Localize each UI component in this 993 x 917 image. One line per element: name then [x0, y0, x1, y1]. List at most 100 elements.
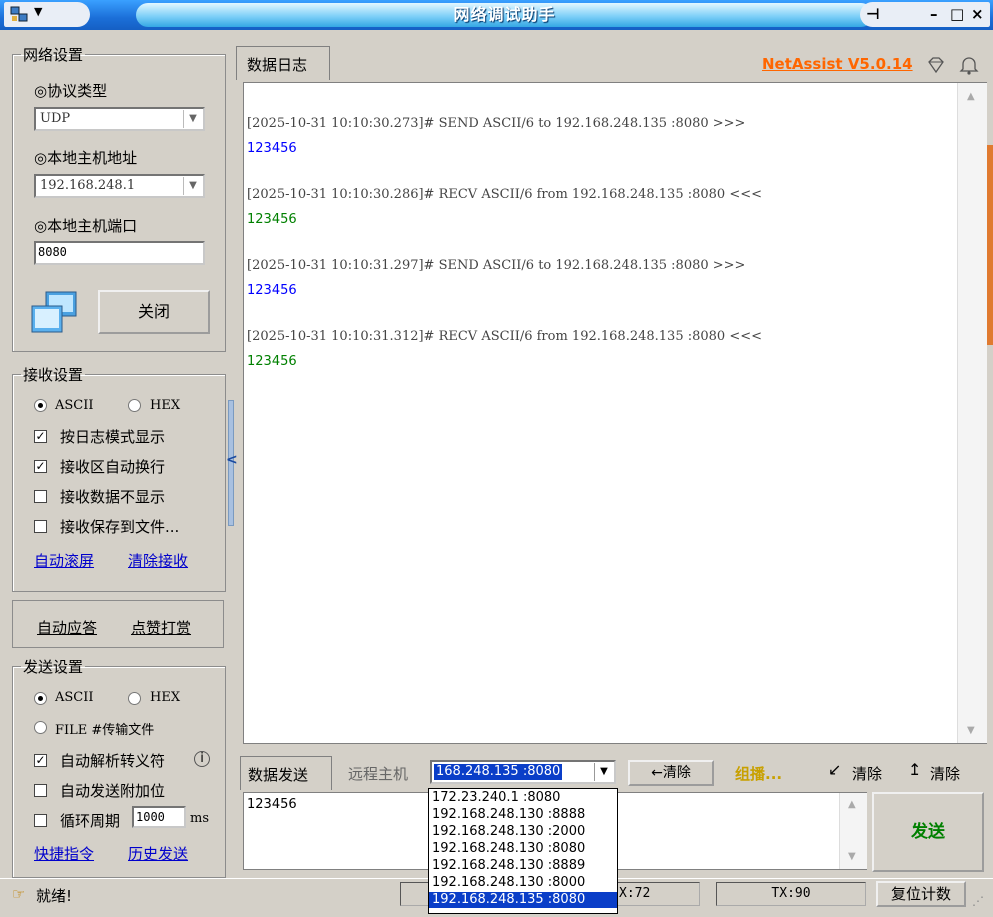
minimize-button[interactable]: – — [930, 2, 938, 27]
receive-hex-label: HEX — [150, 398, 181, 413]
log-entry-data: 123456 — [247, 354, 297, 369]
log-entry-header: [2025-10-31 10:10:30.286]# RECV ASCII/6 … — [247, 187, 762, 202]
log-scrollbar[interactable]: ▲ ▼ — [957, 83, 987, 743]
send-file-radio[interactable] — [34, 721, 47, 734]
receive-hex-radio[interactable] — [128, 399, 141, 412]
scroll-up-icon[interactable]: ▲ — [848, 799, 856, 810]
window-title: 网络调试助手 — [453, 5, 556, 24]
log-entry-header: [2025-10-31 10:10:30.273]# SEND ASCII/6 … — [247, 116, 746, 131]
protocol-value: UDP — [40, 111, 71, 126]
host-label: ◎本地主机地址 — [34, 149, 138, 167]
extra-panel: 自动应答 点赞打赏 — [12, 600, 224, 648]
port-label: ◎本地主机端口 — [34, 217, 138, 235]
host-value: 192.168.248.1 — [40, 178, 136, 193]
auto-reply-link[interactable]: 自动应答 — [37, 617, 97, 638]
chevron-down-icon[interactable]: ▼ — [183, 177, 202, 195]
escape-parse-checkbox[interactable]: ✓ — [34, 754, 47, 767]
period-input[interactable]: 1000 — [132, 806, 186, 828]
send-hex-radio[interactable] — [128, 692, 141, 705]
loop-period-checkbox[interactable] — [34, 814, 47, 827]
auto-scroll-link[interactable]: 自动滚屏 — [34, 550, 94, 571]
receive-log-area[interactable]: [2025-10-31 10:10:30.273]# SEND ASCII/6 … — [243, 82, 987, 744]
dropdown-option[interactable]: 192.168.248.130 :8888 — [429, 807, 617, 823]
send-button[interactable]: 发送 — [872, 792, 984, 872]
auto-wrap-label: 接收区自动换行 — [60, 458, 166, 476]
tab-data-log-label: 数据日志 — [247, 56, 308, 74]
save-file-checkbox[interactable] — [34, 520, 47, 533]
send-ascii-radio[interactable] — [34, 692, 47, 705]
receive-ascii-radio[interactable] — [34, 399, 47, 412]
tab-data-log[interactable]: 数据日志 — [236, 46, 330, 80]
remote-host-dropdown[interactable]: 172.23.240.1 :8080 192.168.248.130 :8888… — [428, 788, 618, 914]
log-entry-data: 123456 — [247, 212, 297, 227]
auto-wrap-checkbox[interactable]: ✓ — [34, 460, 47, 473]
info-icon[interactable]: i — [194, 751, 210, 767]
append-bits-checkbox[interactable] — [34, 784, 47, 797]
like-link[interactable]: 点赞打赏 — [131, 617, 191, 638]
version-link[interactable]: NetAssist V5.0.14 — [762, 55, 913, 73]
close-connection-button[interactable]: 关闭 — [98, 290, 210, 334]
close-button[interactable]: × — [971, 2, 984, 27]
receive-ascii-label: ASCII — [55, 398, 94, 413]
right-edge-indicator — [987, 145, 993, 345]
dropdown-option[interactable]: 192.168.248.130 :8080 — [429, 841, 617, 857]
hand-pointer-icon: ☞ — [12, 885, 26, 903]
send-input-text: 123456 — [247, 797, 297, 812]
remote-host-select[interactable]: 168.248.135 :8080 ▼ — [430, 760, 616, 784]
send-ascii-label: ASCII — [55, 690, 94, 705]
host-select[interactable]: 192.168.248.1 ▼ — [34, 174, 205, 198]
dropdown-option[interactable]: 192.168.248.130 :8889 — [429, 858, 617, 874]
log-mode-label: 按日志模式显示 — [60, 428, 166, 446]
rx-value: X:72 — [619, 886, 651, 901]
port-input[interactable]: 8080 — [34, 241, 205, 265]
pin-icon[interactable]: ⊣ — [866, 2, 880, 27]
dropdown-option[interactable]: 172.23.240.1 :8080 — [429, 790, 617, 806]
send-hex-label: HEX — [150, 690, 181, 705]
network-settings-title: 网络设置 — [23, 46, 84, 64]
hide-data-checkbox[interactable] — [34, 490, 47, 503]
log-entry-data: 123456 — [247, 141, 297, 156]
bell-icon[interactable] — [958, 55, 980, 75]
send-settings-title: 发送设置 — [23, 658, 84, 676]
clear-down-icon[interactable]: ↙ — [828, 760, 841, 779]
network-icon — [31, 291, 77, 333]
clear-label-2[interactable]: 清除 — [930, 763, 960, 784]
reset-count-button[interactable]: 复位计数 — [876, 881, 966, 907]
receive-settings-title: 接收设置 — [23, 366, 84, 384]
resize-grip-icon[interactable]: ⋰ — [972, 894, 984, 908]
send-file-label: FILE #传输文件 — [55, 723, 155, 738]
shortcut-link[interactable]: 快捷指令 — [34, 843, 94, 864]
clear-label-1[interactable]: 清除 — [852, 763, 882, 784]
send-scrollbar[interactable]: ▲ ▼ — [839, 793, 867, 869]
dropdown-option[interactable]: 192.168.248.130 :8000 — [429, 875, 617, 891]
scroll-up-icon[interactable]: ▲ — [967, 91, 975, 102]
protocol-label: ◎协议类型 — [34, 82, 108, 100]
clear-up-icon[interactable]: ↥ — [908, 760, 921, 779]
remote-host-label: 远程主机 — [348, 765, 409, 783]
chevron-down-icon[interactable]: ▼ — [594, 763, 613, 781]
status-ready: 就绪! — [36, 887, 73, 905]
chevron-down-icon[interactable]: ▼ — [34, 5, 42, 18]
clear-receive-link[interactable]: 清除接收 — [128, 550, 188, 571]
multicast-link[interactable]: 组播... — [735, 763, 782, 784]
diamond-icon[interactable] — [926, 56, 946, 74]
dropdown-option[interactable]: 192.168.248.130 :2000 — [429, 824, 617, 840]
window-controls: ⊣ – □ × — [860, 2, 990, 27]
system-menu[interactable]: ▼ — [4, 2, 90, 27]
maximize-button[interactable]: □ — [950, 2, 964, 27]
tab-data-send[interactable]: 数据发送 — [240, 756, 332, 790]
protocol-select[interactable]: UDP ▼ — [34, 107, 205, 131]
log-mode-checkbox[interactable]: ✓ — [34, 430, 47, 443]
dropdown-option-selected[interactable]: 192.168.248.135 :8080 — [429, 892, 617, 908]
scroll-down-icon[interactable]: ▼ — [967, 725, 975, 736]
chevron-down-icon[interactable]: ▼ — [183, 110, 202, 128]
log-entry-header: [2025-10-31 10:10:31.297]# SEND ASCII/6 … — [247, 258, 746, 273]
chevron-left-icon[interactable]: < — [226, 452, 238, 468]
tab-data-send-label: 数据发送 — [248, 766, 309, 784]
history-link[interactable]: 历史发送 — [128, 843, 188, 864]
escape-parse-label: 自动解析转义符 — [60, 752, 166, 770]
clear-button[interactable]: ←清除 — [628, 760, 714, 786]
hide-data-label: 接收数据不显示 — [60, 488, 166, 506]
scroll-down-icon[interactable]: ▼ — [848, 851, 856, 862]
log-entry-data: 123456 — [247, 283, 297, 298]
